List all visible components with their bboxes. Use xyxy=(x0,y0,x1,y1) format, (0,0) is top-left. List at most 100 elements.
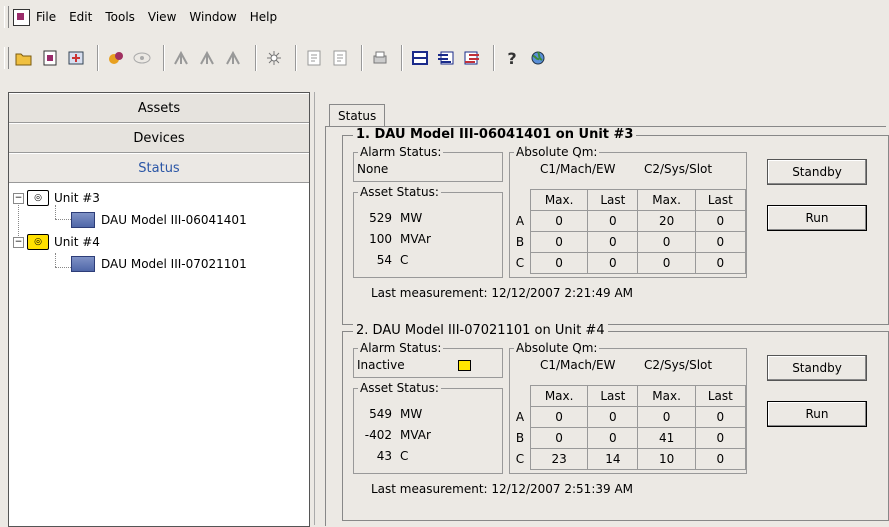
qm-row-label: C xyxy=(510,448,531,470)
qm-corner xyxy=(510,189,531,211)
toolbar: ? xyxy=(0,34,889,82)
refresh-icon[interactable] xyxy=(65,47,87,69)
asset-unit-mvar: MVAr xyxy=(400,232,431,246)
run-button[interactable]: Run xyxy=(767,401,867,427)
menu-view[interactable]: View xyxy=(148,10,176,24)
list-icon[interactable] xyxy=(461,47,483,69)
tree-unit-label: Unit #3 xyxy=(54,191,100,205)
nav-status[interactable]: Status xyxy=(9,153,309,183)
qm-col-header: Max. xyxy=(529,189,589,211)
asset-value-mvar: 100 xyxy=(369,232,392,246)
qm-cell: 10 xyxy=(637,448,696,470)
qm-row-label: A xyxy=(510,406,531,428)
qm-cell: 0 xyxy=(694,210,747,232)
qm-cell: 20 xyxy=(637,210,696,232)
asset-unit-temp: C xyxy=(400,449,409,463)
menu-edit[interactable]: Edit xyxy=(69,10,92,24)
qm-cell: 14 xyxy=(587,448,639,470)
list-icon[interactable] xyxy=(409,47,431,69)
qm-cell: 0 xyxy=(587,210,639,232)
alarm-status-value: None xyxy=(357,162,389,176)
toolbar-separator xyxy=(361,45,363,71)
collapse-icon[interactable]: − xyxy=(13,236,24,248)
qm-row: A 0 0 20 0 xyxy=(510,210,747,232)
absolute-qm-group: Absolute Qm: C1/Mach/EW C2/Sys/Slot Max.… xyxy=(509,145,747,278)
device-title: 1. DAU Model III-06041401 on Unit #3 xyxy=(353,127,637,142)
report-icon[interactable] xyxy=(329,47,351,69)
collapse-icon[interactable]: − xyxy=(13,192,24,204)
asset-value-temp: 43 xyxy=(376,449,392,463)
toolbar-separator xyxy=(97,45,99,71)
open-folder-icon[interactable] xyxy=(13,47,35,69)
qm-group-c2: C2/Sys/Slot xyxy=(644,162,713,176)
standby-button[interactable]: Standby xyxy=(767,355,867,381)
qm-col-header: Last xyxy=(587,385,639,407)
toolbar-separator xyxy=(401,45,403,71)
qm-cell: 0 xyxy=(694,406,747,428)
tree-unit-label: Unit #4 xyxy=(54,235,100,249)
alarm-icon[interactable] xyxy=(263,47,285,69)
qm-cell: 0 xyxy=(587,406,639,428)
app-icon[interactable] xyxy=(13,8,30,26)
qm-col-header: Max. xyxy=(637,385,696,407)
tab-content: 1. DAU Model III-06041401 on Unit #3 Ala… xyxy=(325,126,889,526)
qm-cell: 0 xyxy=(694,252,747,274)
tree-item-device[interactable]: DAU Model III-07021101 xyxy=(9,253,309,275)
trend-up-icon[interactable] xyxy=(223,47,245,69)
tab-status[interactable]: Status xyxy=(329,104,386,127)
toolbar-grip xyxy=(4,47,9,69)
qm-row: C 23 14 10 0 xyxy=(510,448,747,470)
qm-cell: 0 xyxy=(637,231,696,253)
qm-cell: 0 xyxy=(529,252,589,274)
qm-col-header: Last xyxy=(694,189,747,211)
link-icon[interactable] xyxy=(131,47,153,69)
last-measurement: Last measurement: 12/12/2007 2:51:39 AM xyxy=(371,482,634,496)
device-status-card: 1. DAU Model III-06041401 on Unit #3 Ala… xyxy=(342,127,889,325)
qm-header-row: Max. Last Max. Last xyxy=(510,189,747,211)
standby-button[interactable]: Standby xyxy=(767,159,867,185)
trend-up-icon[interactable] xyxy=(171,47,193,69)
qm-col-header: Max. xyxy=(637,189,696,211)
asset-value-mvar: -402 xyxy=(364,428,392,442)
qm-col-header: Last xyxy=(694,385,747,407)
qm-cell: 0 xyxy=(529,406,589,428)
asset-unit-mw: MW xyxy=(400,211,423,225)
nav-assets[interactable]: Assets xyxy=(9,93,309,123)
trend-up-icon[interactable] xyxy=(197,47,219,69)
alarm-status-group: Alarm Status: Inactive xyxy=(353,341,503,378)
qm-corner xyxy=(510,385,531,407)
assets-icon[interactable] xyxy=(105,47,127,69)
menu-help[interactable]: Help xyxy=(250,10,277,24)
dau-device-icon xyxy=(71,256,95,272)
nav-devices[interactable]: Devices xyxy=(9,123,309,153)
report-icon[interactable] xyxy=(303,47,325,69)
qm-cell: 0 xyxy=(637,252,696,274)
qm-col-header: Max. xyxy=(529,385,589,407)
tree-item-unit[interactable]: − ◎ Unit #3 xyxy=(9,187,309,209)
status-panel: Status 1. DAU Model III-06041401 on Unit… xyxy=(314,92,889,526)
qm-group-c2: C2/Sys/Slot xyxy=(644,358,713,372)
help-icon[interactable]: ? xyxy=(501,47,523,69)
list-icon[interactable] xyxy=(435,47,457,69)
page-icon[interactable] xyxy=(39,47,61,69)
unit-tree: − ◎ Unit #3 DAU Model III-06041401 − ◎ U… xyxy=(9,183,309,275)
qm-group-c1: C1/Mach/EW xyxy=(540,358,616,372)
qm-cell: 41 xyxy=(637,427,696,449)
qm-row: B 0 0 41 0 xyxy=(510,427,747,449)
qm-row-label: C xyxy=(510,252,531,274)
menu-tools[interactable]: Tools xyxy=(105,10,135,24)
asset-value-mw: 549 xyxy=(369,407,392,421)
menu-file[interactable]: File xyxy=(36,10,56,24)
qm-cell: 0 xyxy=(587,252,639,274)
print-icon[interactable] xyxy=(369,47,391,69)
tree-item-device[interactable]: DAU Model III-06041401 xyxy=(9,209,309,231)
tree-item-unit[interactable]: − ◎ Unit #4 xyxy=(9,231,309,253)
globe-icon[interactable] xyxy=(527,47,549,69)
run-button[interactable]: Run xyxy=(767,205,867,231)
tree-device-label: DAU Model III-06041401 xyxy=(101,213,247,227)
unit-icon: ◎ xyxy=(27,190,49,206)
qm-row: C 0 0 0 0 xyxy=(510,252,747,274)
menu-grip xyxy=(4,6,9,28)
alarm-status-group: Alarm Status: None xyxy=(353,145,503,182)
menu-window[interactable]: Window xyxy=(189,10,236,24)
